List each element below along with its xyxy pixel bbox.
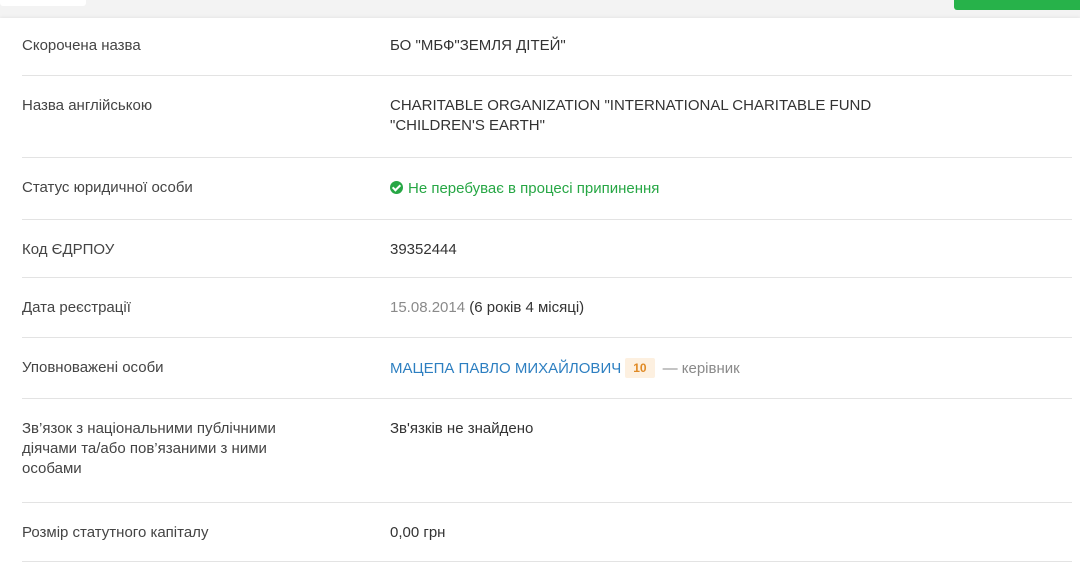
edrpou-label: Код ЄДРПОУ: [22, 241, 115, 258]
short-name-label: Скорочена назва: [22, 37, 141, 54]
row-pep-connections: Зв’язок з національними публічними діяча…: [22, 399, 1072, 503]
legal-status-value: Не перебуває в процесі припинення: [390, 179, 950, 199]
share-capital-value: 0,00 грн: [390, 524, 446, 541]
pep-connections-value: Зв'язків не знайдено: [390, 420, 534, 437]
short-name-value: БО "МБФ"ЗЕМЛЯ ДІТЕЙ": [390, 37, 566, 54]
top-toolbar: [0, 0, 1080, 10]
registration-duration: (6 років 4 місяці): [469, 299, 585, 316]
person-link[interactable]: МАЦЕПА ПАВЛО МИХАЙЛОВИЧ: [390, 360, 621, 377]
legal-status-text: Не перебуває в процесі припинення: [408, 180, 660, 197]
legal-status-label: Статус юридичної особи: [22, 179, 193, 196]
row-short-name: Скорочена назва БО "МБФ"ЗЕМЛЯ ДІТЕЙ": [22, 18, 1072, 76]
row-edrpou: Код ЄДРПОУ 39352444: [22, 220, 1072, 278]
company-details-card: Скорочена назва БО "МБФ"ЗЕМЛЯ ДІТЕЙ" Наз…: [0, 18, 1080, 580]
authorized-persons-value: МАЦЕПА ПАВЛО МИХАЙЛОВИЧ 10 — керівник: [390, 358, 950, 379]
english-name-line-2: "CHILDREN'S EARTH": [390, 117, 545, 134]
authorized-persons-label: Уповноважені особи: [22, 359, 164, 376]
row-authorized-persons: Уповноважені особи МАЦЕПА ПАВЛО МИХАЙЛОВ…: [22, 338, 1072, 399]
registration-date-label: Дата реєстрації: [22, 299, 131, 316]
registration-date: 15.08.2014: [390, 299, 466, 316]
row-share-capital: Розмір статутного капіталу 0,00 грн: [22, 503, 1072, 562]
check-circle-icon: [390, 181, 403, 194]
edrpou-value: 39352444: [390, 241, 457, 258]
english-name-line-1: CHARITABLE ORGANIZATION "INTERNATIONAL C…: [390, 97, 872, 114]
share-capital-label: Розмір статутного капіталу: [22, 524, 209, 541]
english-name-value: CHARITABLE ORGANIZATION "INTERNATIONAL C…: [390, 96, 950, 136]
row-english-name: Назва англійською CHARITABLE ORGANIZATIO…: [22, 76, 1072, 158]
pep-label-line-1: Зв’язок з національними публічними: [22, 420, 276, 437]
pep-label-line-2: діячами та/або пов’язаними з ними: [22, 440, 267, 457]
row-registration-date: Дата реєстрації 15.08.2014 (6 років 4 мі…: [22, 278, 1072, 338]
person-badge: 10: [625, 358, 655, 378]
english-name-label: Назва англійською: [22, 97, 153, 114]
registration-date-value: 15.08.2014 (6 років 4 місяці): [390, 298, 950, 318]
primary-action-button[interactable]: [954, 0, 1080, 10]
pep-connections-label: Зв’язок з національними публічними діяча…: [22, 419, 322, 479]
active-tab[interactable]: [0, 0, 86, 6]
row-legal-status: Статус юридичної особи Не перебуває в пр…: [22, 158, 1072, 220]
person-role: — керівник: [662, 360, 740, 377]
pep-label-line-3: особами: [22, 460, 82, 477]
